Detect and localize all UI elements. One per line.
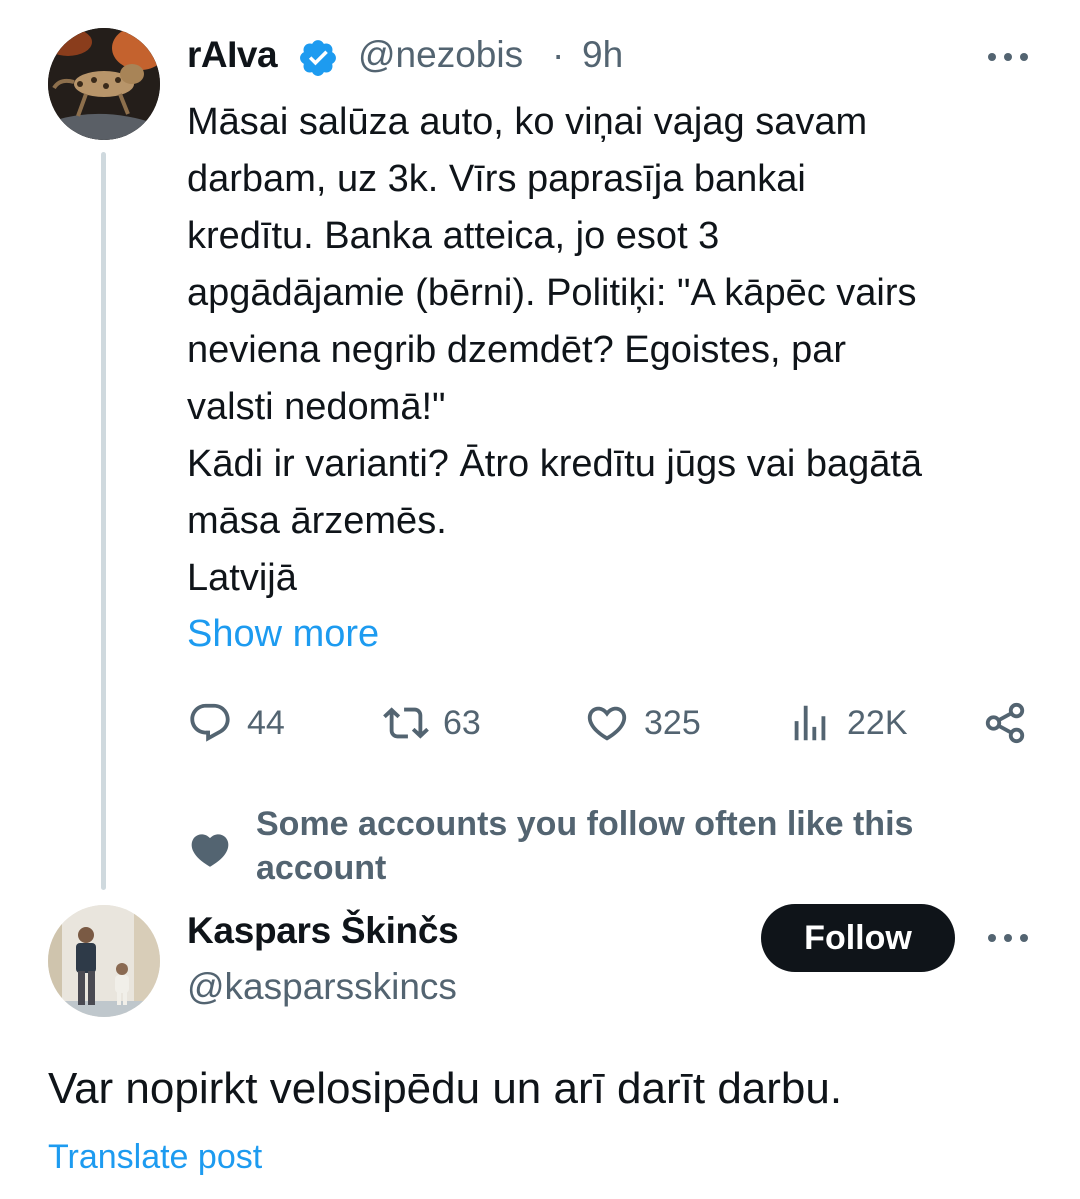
repost-count: 63	[443, 703, 481, 742]
like-button[interactable]: 325	[584, 700, 701, 746]
meta-separator: ·	[552, 34, 565, 75]
reply-button[interactable]: 44	[187, 700, 285, 746]
views-icon	[794, 705, 826, 741]
show-more-link[interactable]: Show more	[187, 606, 379, 663]
views-count: 22K	[847, 703, 908, 742]
social-context-text: Some accounts you follow often like this…	[256, 805, 914, 887]
post-text-line: neviena negrib dzemdēt? Egoistes, par	[187, 329, 847, 371]
avatar-image	[48, 28, 160, 140]
reply-icon	[190, 703, 230, 742]
repost-button[interactable]: 63	[383, 700, 481, 746]
verified-badge-icon	[300, 40, 336, 76]
post-text-line: kredītu. Banka atteica, jo esot 3	[187, 215, 720, 257]
thread-connector-line	[101, 152, 106, 890]
author-name[interactable]: rAIva	[187, 34, 278, 76]
post-text-line: Latvijā	[187, 557, 297, 599]
more-icon[interactable]	[984, 923, 1032, 953]
post-time[interactable]: 9h	[582, 34, 623, 76]
reply-author-handle[interactable]: @kasparsskincs	[187, 966, 457, 1008]
like-icon	[587, 706, 627, 741]
post-text-line: māsa ārzemēs.	[187, 500, 447, 542]
heart-icon	[191, 834, 229, 867]
reply-author-avatar[interactable]	[48, 905, 160, 1017]
share-icon	[985, 702, 1025, 744]
more-icon[interactable]	[984, 42, 1032, 72]
repost-icon	[383, 707, 429, 739]
views-button[interactable]: 22K	[787, 700, 908, 746]
post-text-line: Kādi ir varianti? Ātro kredītu jūgs vai …	[187, 443, 923, 485]
share-button[interactable]	[982, 700, 1028, 746]
follow-button[interactable]: Follow	[761, 904, 955, 972]
reply-author-name[interactable]: Kaspars Škinčs	[187, 910, 459, 952]
post-text-line: darbam, uz 3k. Vīrs paprasīja bankai	[187, 158, 806, 200]
reply-text: Var nopirkt velosipēdu un arī darīt darb…	[48, 1064, 843, 1113]
post-text: Māsai salūza auto, ko viņai vajag savam …	[187, 94, 1047, 607]
post-text-line: valsti nedomā!"	[187, 386, 446, 428]
author-handle[interactable]: @nezobis	[358, 34, 523, 76]
post-text-line: apgādājamie (bērni). Politiķi: "A kāpēc …	[187, 272, 917, 314]
translate-post-link[interactable]: Translate post	[48, 1138, 262, 1177]
reply-count: 44	[247, 703, 285, 742]
author-avatar[interactable]	[48, 28, 160, 140]
post-text-line: Māsai salūza auto, ko viņai vajag savam	[187, 101, 868, 143]
like-count: 325	[644, 703, 701, 742]
avatar-image	[48, 905, 160, 1017]
